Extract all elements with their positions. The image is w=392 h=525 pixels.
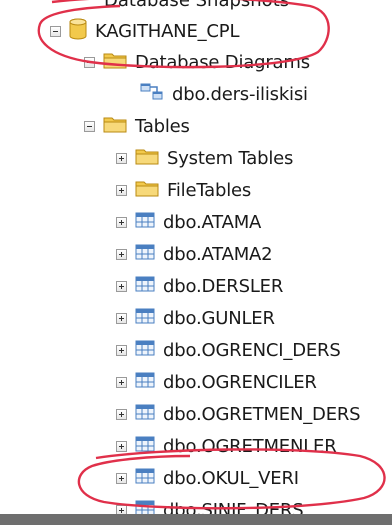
expand-icon[interactable] (116, 152, 127, 164)
table-label: dbo.OKUL_VERI (163, 467, 299, 489)
folder-label: Database Diagrams (135, 51, 310, 73)
table-icon (135, 276, 155, 296)
table-label: dbo.OGRENCILER (163, 371, 317, 393)
table-label: dbo.ATAMA2 (163, 243, 273, 265)
table-label: dbo.OGRETMEN_DERS (163, 403, 361, 425)
expand-icon[interactable] (116, 472, 127, 484)
table-row[interactable]: dbo.OGRENCILER (116, 367, 317, 397)
table-label: dbo.DERSLER (163, 275, 284, 297)
table-row[interactable]: dbo.DERSLER (116, 271, 283, 301)
table-row[interactable]: dbo.OGRETMEN_DERS (116, 399, 361, 429)
diagram-label: dbo.ders-iliskisi (172, 83, 308, 105)
diagram-icon (140, 82, 164, 106)
database-name: KAGITHANE_CPL (95, 20, 240, 42)
database-snapshots-label[interactable]: Database Snapshots (104, 0, 289, 11)
tree-node-database[interactable]: KAGITHANE_CPL (50, 16, 239, 46)
folder-icon (103, 51, 127, 73)
table-label: dbo.OGRENCI_DERS (163, 339, 341, 361)
expand-icon[interactable] (116, 280, 127, 292)
tree-node-system-tables[interactable]: System Tables (116, 143, 293, 173)
folder-icon (103, 115, 127, 137)
expand-icon[interactable] (116, 184, 127, 196)
table-row[interactable]: dbo.OGRENCI_DERS (116, 335, 341, 365)
collapse-icon[interactable] (50, 25, 61, 37)
table-label: dbo.ATAMA (163, 211, 262, 233)
table-label: dbo.GUNLER (163, 307, 275, 329)
expand-icon[interactable] (116, 312, 127, 324)
tree-node-diagram[interactable]: dbo.ders-iliskisi (140, 79, 308, 109)
folder-icon (135, 179, 159, 201)
table-icon (135, 340, 155, 360)
table-icon (135, 372, 155, 392)
expand-icon[interactable] (116, 216, 127, 228)
table-row[interactable]: dbo.OKUL_VERI (116, 463, 299, 493)
table-icon (135, 468, 155, 488)
table-icon (135, 308, 155, 328)
expand-icon[interactable] (116, 344, 127, 356)
expand-icon[interactable] (116, 248, 127, 260)
tree-node-database-diagrams[interactable]: Database Diagrams (84, 47, 310, 77)
tree-node-filetables[interactable]: FileTables (116, 175, 251, 205)
expand-icon[interactable] (116, 376, 127, 388)
collapse-icon[interactable] (84, 120, 95, 132)
table-row[interactable]: dbo.OGRETMENLER (116, 431, 337, 461)
folder-label: System Tables (167, 147, 294, 169)
collapse-icon[interactable] (84, 56, 95, 68)
table-label: dbo.OGRETMENLER (163, 435, 337, 457)
table-icon (135, 212, 155, 232)
table-row[interactable]: dbo.GUNLER (116, 303, 275, 333)
folder-icon (135, 147, 159, 169)
object-explorer-tree: Database Snapshots KAGITHANE_CPL Databas… (0, 0, 392, 525)
table-icon (135, 404, 155, 424)
tree-node-tables[interactable]: Tables (84, 111, 190, 141)
table-icon (135, 244, 155, 264)
horizontal-scrollbar[interactable] (0, 514, 392, 525)
table-row[interactable]: dbo.ATAMA2 (116, 239, 273, 269)
expand-icon[interactable] (116, 440, 127, 452)
folder-label: Tables (135, 115, 190, 137)
expand-icon[interactable] (116, 408, 127, 420)
table-row[interactable]: dbo.ATAMA (116, 207, 261, 237)
folder-label: FileTables (167, 179, 252, 201)
table-icon (135, 436, 155, 456)
database-icon (69, 18, 87, 44)
